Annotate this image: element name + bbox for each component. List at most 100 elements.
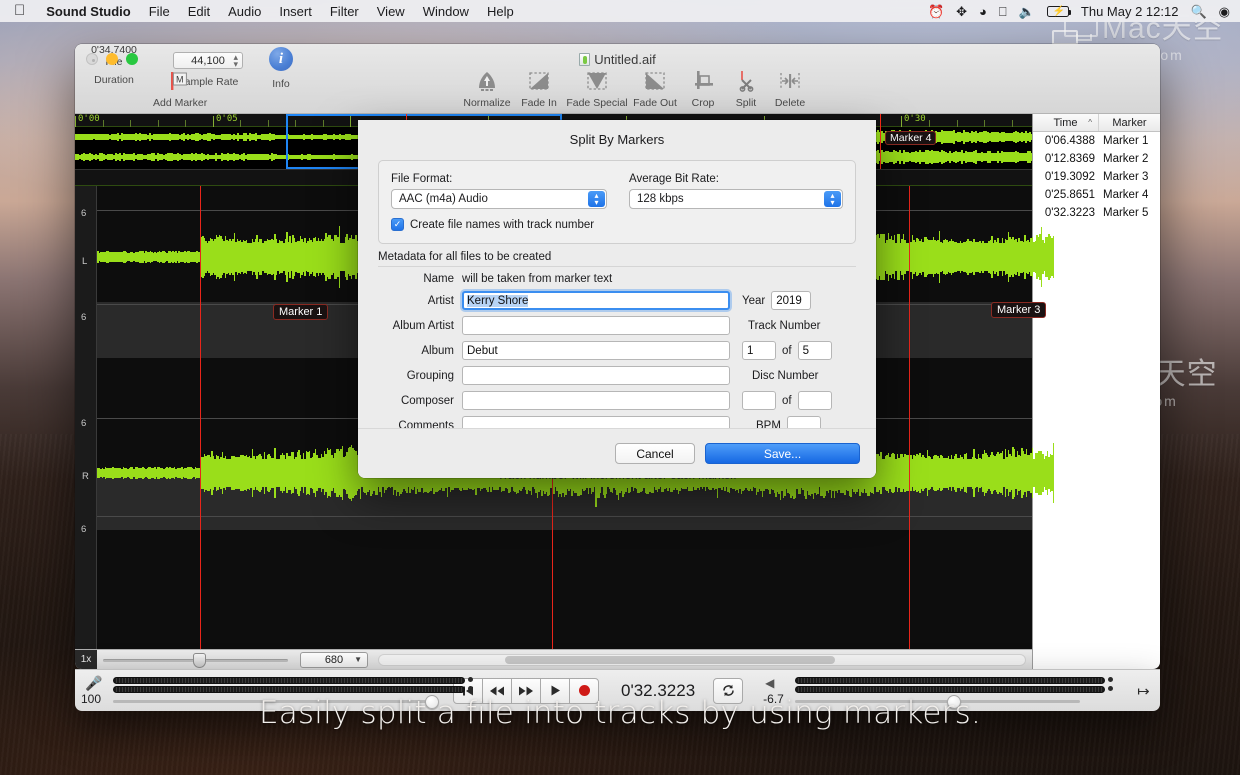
info-control[interactable]: i Info	[259, 44, 303, 90]
ruler-tick	[185, 120, 186, 127]
composer-input[interactable]	[462, 391, 730, 410]
track-number-checkbox-row[interactable]: ✓ Create file names with track number	[391, 218, 843, 231]
mic-muted-icon[interactable]: 🎤	[85, 675, 102, 692]
file-format-label: File Format:	[391, 173, 607, 185]
chevron-down-icon[interactable]: ▼	[354, 655, 362, 664]
disc-number-label: Disc Number	[752, 370, 818, 382]
detail-marker-label[interactable]: Marker 1	[273, 304, 328, 320]
menu-item-audio[interactable]: Audio	[219, 4, 270, 19]
ruler-tick	[295, 120, 296, 127]
bluetooth-icon[interactable]: ✥	[956, 5, 967, 18]
ruler-tick	[1012, 120, 1013, 127]
sort-ascending-icon[interactable]: ^	[1088, 118, 1092, 127]
file-format-select[interactable]: AAC (m4a) Audio ▴▾	[391, 189, 607, 209]
horizontal-scrollbar[interactable]	[378, 654, 1026, 666]
year-value: 2019	[776, 295, 802, 307]
marker-time: 0'25.8651	[1033, 189, 1099, 201]
column-header-marker[interactable]: Marker	[1099, 114, 1160, 131]
year-block: Year 2019	[742, 291, 811, 310]
artist-label: Artist	[378, 295, 462, 307]
toolbar-split-button[interactable]: Split	[725, 68, 767, 109]
track-number-checkbox-label: Create file names with track number	[410, 219, 594, 231]
stepper-icon[interactable]: ▴▾	[233, 54, 238, 68]
field-row-name: Name will be taken from marker text	[378, 273, 856, 285]
disc-number-input[interactable]	[742, 391, 776, 410]
chevron-updown-icon[interactable]: ▴▾	[824, 191, 841, 207]
db-scale-column: 6 L 6 6 R 6	[75, 186, 97, 649]
samples-per-pixel-select[interactable]: 680 ▼	[300, 652, 368, 668]
table-row[interactable]: 0'32.3223Marker 5	[1033, 204, 1160, 222]
scrollbar-thumb[interactable]	[505, 656, 835, 664]
zoom-slider[interactable]	[103, 650, 288, 670]
chevron-updown-icon[interactable]: ▴▾	[588, 191, 605, 207]
toolbar-crop-button[interactable]: Crop	[681, 68, 725, 109]
menu-item-file[interactable]: File	[140, 4, 179, 19]
overview-marker-label[interactable]: Marker 4	[885, 131, 936, 145]
toolbar-fade-special-button[interactable]: Fade Special	[565, 68, 629, 109]
toolbar-crop-label: Crop	[681, 97, 725, 109]
save-button[interactable]: Save...	[705, 443, 860, 464]
track-number-checkbox[interactable]: ✓	[391, 218, 404, 231]
clock-history-icon[interactable]: ⏰	[928, 5, 944, 18]
field-row-artist: Artist Kerry Shore Year 2019	[378, 291, 856, 310]
table-row[interactable]: 0'12.8369Marker 2	[1033, 150, 1160, 168]
field-row-composer: Composer of	[378, 391, 856, 410]
menu-item-help[interactable]: Help	[478, 4, 523, 19]
disc-total-input[interactable]	[798, 391, 832, 410]
column-header-time[interactable]: Time ^	[1033, 114, 1099, 131]
track-total-input[interactable]: 5	[798, 341, 832, 360]
menu-item-view[interactable]: View	[368, 4, 414, 19]
table-row[interactable]: 0'25.8651Marker 4	[1033, 186, 1160, 204]
detail-marker-label[interactable]: Marker 3	[991, 302, 1046, 318]
table-row[interactable]: 0'06.4388Marker 1	[1033, 132, 1160, 150]
menu-item-app[interactable]: Sound Studio	[37, 4, 139, 19]
check-icon: ✓	[394, 219, 402, 230]
menu-item-insert[interactable]: Insert	[270, 4, 321, 19]
dialog-footer: Cancel Save...	[358, 428, 876, 478]
sample-rate-field[interactable]: 44,100 ▴▾	[173, 52, 243, 69]
menu-item-edit[interactable]: Edit	[179, 4, 219, 19]
track-number-input[interactable]: 1	[742, 341, 776, 360]
siri-icon[interactable]: ◉	[1219, 5, 1230, 18]
toolbar-fade-in-button[interactable]: Fade In	[513, 68, 565, 109]
toolbar-add-marker-button[interactable]: M Add Marker	[153, 68, 205, 109]
menu-bar-clock[interactable]: Thu May 2 12:12	[1081, 4, 1179, 19]
album-input[interactable]: Debut	[462, 341, 730, 360]
bit-rate-select[interactable]: 128 kbps ▴▾	[629, 189, 843, 209]
toolbar-fade-out-button[interactable]: Fade Out	[629, 68, 681, 109]
samples-value: 680	[325, 654, 343, 666]
battery-charging-icon[interactable]: ⚡	[1047, 6, 1069, 17]
ruler-tick	[158, 120, 159, 127]
grouping-label: Grouping	[378, 370, 462, 382]
toolbar-normalize-button[interactable]: Normalize	[461, 68, 513, 109]
track-number-label: Track Number	[748, 320, 820, 332]
zoom-scroll-bar[interactable]: 1x 680 ▼	[75, 649, 1032, 669]
markers-table[interactable]: Time ^ Marker 0'06.4388Marker 10'12.8369…	[1032, 114, 1160, 669]
track-total-value: 5	[803, 345, 809, 357]
search-icon[interactable]: 🔍	[1190, 5, 1206, 18]
artist-input[interactable]: Kerry Shore	[462, 291, 730, 310]
output-meter-bar-left	[795, 677, 1105, 684]
speaker-icon[interactable]: ◀	[765, 676, 774, 690]
markers-table-body[interactable]: 0'06.4388Marker 10'12.8369Marker 20'19.3…	[1033, 132, 1160, 222]
ruler-tick	[240, 120, 241, 127]
album-artist-input[interactable]	[462, 316, 730, 335]
toolbar-delete-button[interactable]: Delete	[767, 68, 813, 109]
toolbar-left-group: M Add Marker	[153, 68, 205, 109]
airplay-icon[interactable]: ⎕	[999, 5, 1007, 18]
table-row[interactable]: 0'19.3092Marker 3	[1033, 168, 1160, 186]
apple-menu-icon[interactable]: 	[0, 3, 37, 18]
wifi-icon[interactable]: ◕	[979, 5, 987, 18]
cancel-button[interactable]: Cancel	[615, 443, 695, 464]
detail-marker-3-line[interactable]	[909, 186, 910, 649]
menu-item-filter[interactable]: Filter	[321, 4, 368, 19]
zoom-slider-knob[interactable]	[193, 653, 206, 668]
year-input[interactable]: 2019	[771, 291, 811, 310]
bit-rate-value: 128 kbps	[637, 193, 684, 205]
svg-text:M: M	[176, 74, 184, 84]
volume-icon[interactable]: 🔈	[1019, 5, 1035, 18]
grouping-input[interactable]	[462, 366, 730, 385]
normalize-icon	[461, 68, 513, 94]
detail-marker-1-line[interactable]	[200, 186, 201, 649]
menu-item-window[interactable]: Window	[414, 4, 478, 19]
